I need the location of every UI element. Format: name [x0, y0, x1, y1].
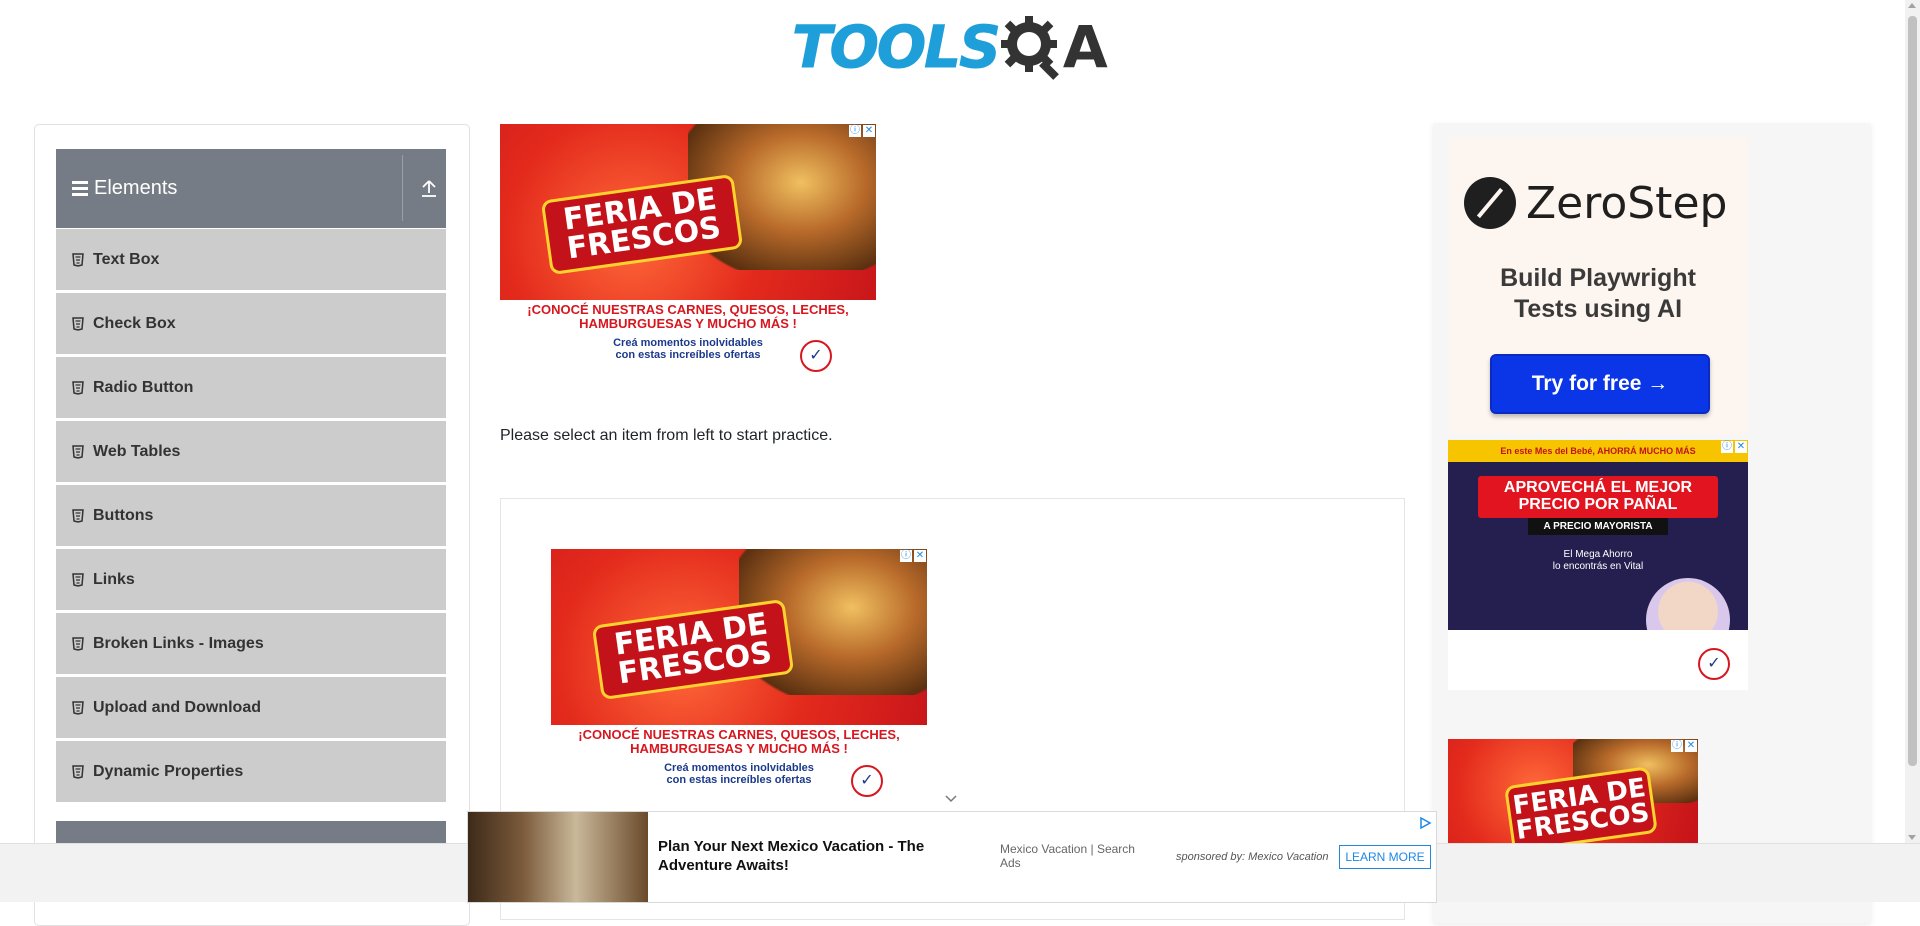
close-ad-icon[interactable]: ✕ [914, 550, 926, 562]
vertical-scrollbar[interactable] [1905, 0, 1920, 843]
sidebar-item-web-tables[interactable]: Web Tables [56, 421, 446, 482]
sidebar-item-radio-button[interactable]: Radio Button [56, 357, 446, 418]
html5-icon [72, 316, 84, 331]
learn-more-button[interactable]: LEARN MORE [1339, 845, 1431, 869]
sidebar-item-label: Links [93, 570, 135, 588]
feria-ad-top[interactable]: FERIA DE FRESCOS ¡CONOCÉ NUESTRAS CARNES… [500, 124, 876, 376]
zerostep-ad[interactable]: ZeroStep Build Playwright Tests using AI… [1448, 137, 1748, 435]
html5-icon [72, 572, 84, 587]
check-badge-icon: ✓ [851, 765, 883, 797]
check-badge-icon: ✓ [1698, 648, 1730, 680]
sidebar-item-dynamic-properties[interactable]: Dynamic Properties [56, 741, 446, 802]
elements-menu-list: Text Box Check Box Radio Button Web Tabl… [56, 229, 446, 805]
bebe-top-banner: En este Mes del Bebé, AHORRÁ MUCHO MÁS [1448, 440, 1748, 462]
group-divider [402, 155, 403, 221]
close-ad-icon[interactable]: ✕ [863, 125, 875, 137]
header: TOOLS A [0, 0, 1905, 118]
scroll-thumb[interactable] [1908, 16, 1917, 766]
feria-title: FERIA DE FRESCOS [1504, 766, 1658, 849]
sidebar-item-label: Web Tables [93, 442, 181, 460]
html5-icon [72, 380, 84, 395]
zerostep-name: ZeroStep [1526, 177, 1728, 229]
bebe-subheadline: A PRECIO MAYORISTA [1528, 517, 1668, 535]
mexico-vacation-ad[interactable]: Plan Your Next Mexico Vacation - The Adv… [467, 811, 1437, 903]
bebe-text: El Mega Ahorro lo encontrás en Vital [1552, 548, 1644, 572]
adchoices-icon[interactable]: ⓘ [900, 550, 912, 562]
logo-tools-text: TOOLS [792, 13, 1002, 81]
sidebar-item-label: Check Box [93, 314, 176, 332]
vacation-image [468, 812, 648, 902]
sidebar-item-text-box[interactable]: Text Box [56, 229, 446, 290]
sidebar-item-buttons[interactable]: Buttons [56, 485, 446, 546]
practice-instruction: Please select an item from left to start… [500, 427, 833, 444]
logo-qa-text: A [1062, 13, 1108, 81]
html5-icon [72, 636, 84, 651]
zerostep-logo-icon [1464, 177, 1516, 229]
ad-sponsor: sponsored by: Mexico Vacation [1176, 851, 1329, 863]
sidebar-item-label: Text Box [93, 250, 160, 268]
toolsqa-logo[interactable]: TOOLS A [792, 14, 1108, 80]
ad-headline[interactable]: Plan Your Next Mexico Vacation - The Adv… [658, 838, 958, 876]
sidebar-item-label: Dynamic Properties [93, 762, 244, 780]
html5-icon [72, 252, 84, 267]
sidebar-item-label: Broken Links - Images [93, 634, 264, 652]
collapse-up-icon[interactable] [420, 178, 438, 198]
html5-icon [72, 508, 84, 523]
group-title: Elements [94, 177, 178, 199]
scroll-up-arrow-icon[interactable] [1908, 3, 1916, 8]
adchoices-icon[interactable]: ⓘ [1721, 441, 1733, 453]
gear-magnifier-icon [1000, 16, 1059, 80]
close-ad-icon[interactable]: ✕ [1685, 740, 1697, 752]
bebe-headline: APROVECHÁ EL MEJOR PRECIO POR PAÑAL [1478, 476, 1718, 518]
elements-group-header[interactable]: Elements [56, 149, 446, 228]
html5-icon [72, 444, 84, 459]
feria-tagline: ¡CONOCÉ NUESTRAS CARNES, QUESOS, LECHES,… [527, 302, 849, 331]
html5-icon [72, 700, 84, 715]
html5-icon [72, 764, 84, 779]
try-for-free-button[interactable]: Try for free → [1490, 354, 1710, 414]
menu-icon [72, 178, 88, 199]
sidebar-item-check-box[interactable]: Check Box [56, 293, 446, 354]
sidebar-item-label: Buttons [93, 506, 154, 524]
adchoices-icon[interactable]: ⓘ [1671, 740, 1683, 752]
scroll-down-arrow-icon[interactable] [1908, 835, 1916, 840]
sidebar-item-links[interactable]: Links [56, 549, 446, 610]
sidebar-item-broken-links[interactable]: Broken Links - Images [56, 613, 446, 674]
zerostep-tagline: Build Playwright Tests using AI [1500, 264, 1696, 324]
close-ad-icon[interactable]: ✕ [1735, 441, 1747, 453]
feria-tagline: ¡CONOCÉ NUESTRAS CARNES, QUESOS, LECHES,… [578, 727, 900, 756]
adchoices-icon[interactable] [1418, 816, 1432, 830]
ad-search-text: Mexico Vacation | Search Ads [1000, 842, 1135, 871]
sidebar-item-label: Radio Button [93, 378, 194, 396]
sidebar-item-upload-download[interactable]: Upload and Download [56, 677, 446, 738]
feria-ad-bottom[interactable]: FERIA DE FRESCOS ¡CONOCÉ NUESTRAS CARNES… [551, 549, 927, 801]
bebe-ad[interactable]: En este Mes del Bebé, AHORRÁ MUCHO MÁS A… [1448, 440, 1748, 690]
chevron-down-icon[interactable] [944, 794, 958, 804]
feria-ad-right[interactable]: FERIA DE FRESCOS ⓘ ✕ [1448, 739, 1698, 849]
adchoices-icon[interactable]: ⓘ [849, 125, 861, 137]
sidebar-item-label: Upload and Download [93, 698, 261, 716]
check-badge-icon: ✓ [800, 340, 832, 372]
